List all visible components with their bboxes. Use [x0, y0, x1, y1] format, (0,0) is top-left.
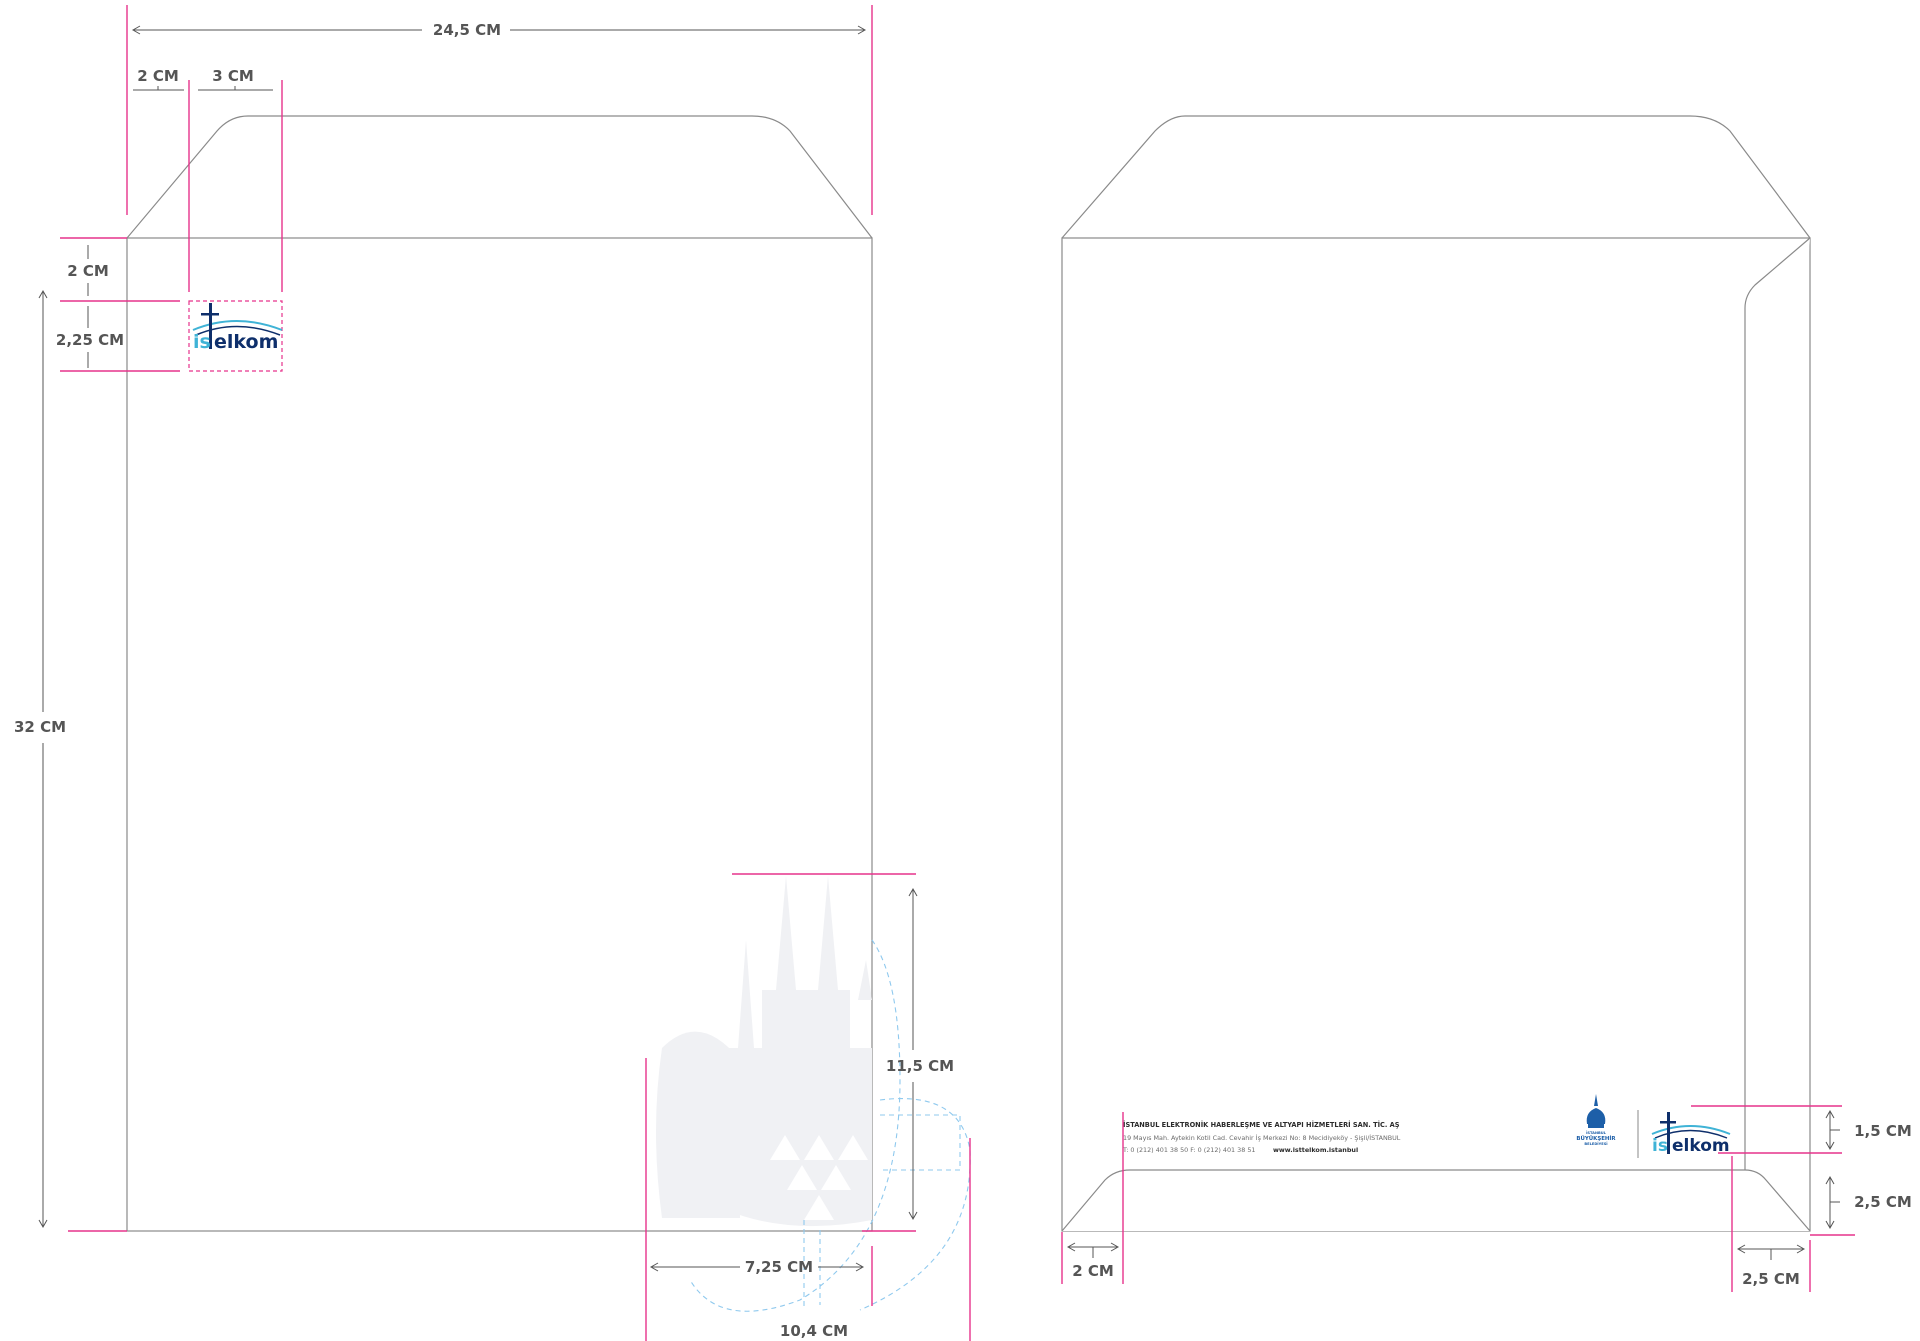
front-flap: [126, 115, 873, 239]
front-logo-text-is: is: [193, 331, 211, 353]
watermark-inner-width-label: 7,25 CM: [745, 1258, 813, 1276]
front-logo-left-label: 2 CM: [137, 67, 179, 85]
ibb-line3: BELEDİYESİ: [1584, 1141, 1607, 1146]
watermark-width-label: 10,4 CM: [780, 1322, 848, 1340]
company-name: İSTANBUL ELEKTRONİK HABERLEŞME VE ALTYAP…: [1123, 1120, 1400, 1129]
back-logo-bottom-label: 2,5 CM: [1854, 1193, 1912, 1211]
front-envelope: is elkom 24,5 CM 2 CM 3 CM 2 CM 2,25 CM …: [14, 5, 971, 1341]
front-width-label: 24,5 CM: [433, 21, 501, 39]
front-logo-text-elkom: elkom: [214, 331, 278, 353]
ibb-line2: BÜYÜKŞEHİR: [1576, 1135, 1616, 1142]
ibb-line1: İSTANBUL: [1586, 1130, 1607, 1135]
back-top-flap: [1061, 115, 1811, 239]
watermark-height-label: 11,5 CM: [886, 1057, 954, 1075]
back-bottom-flap: [1061, 1169, 1811, 1232]
company-address: 19 Mayıs Mah. Aytekin Kotil Cad. Cevahir…: [1123, 1133, 1401, 1142]
front-height-label: 32 CM: [14, 718, 66, 736]
back-body: [1061, 237, 1811, 1232]
front-logo-height-label: 2,25 CM: [56, 331, 124, 349]
back-envelope: İSTANBUL ELEKTRONİK HABERLEŞME VE ALTYAP…: [1061, 115, 1912, 1292]
front-logo-top-label: 2 CM: [67, 262, 109, 280]
back-left-margin-label: 2 CM: [1072, 1262, 1114, 1280]
back-logo-height-label: 1,5 CM: [1854, 1122, 1912, 1140]
back-right-margin-label: 2,5 CM: [1742, 1270, 1800, 1288]
front-logo-width-label: 3 CM: [212, 67, 254, 85]
envelope-spec-diagram: is elkom 24,5 CM 2 CM 3 CM 2 CM 2,25 CM …: [14, 5, 1912, 1341]
back-logo-text-is: is: [1652, 1136, 1668, 1156]
company-website: www.isttelkom.istanbul: [1273, 1146, 1358, 1154]
company-phone: T: 0 (212) 401 38 50 F: 0 (212) 401 38 5…: [1122, 1146, 1255, 1154]
